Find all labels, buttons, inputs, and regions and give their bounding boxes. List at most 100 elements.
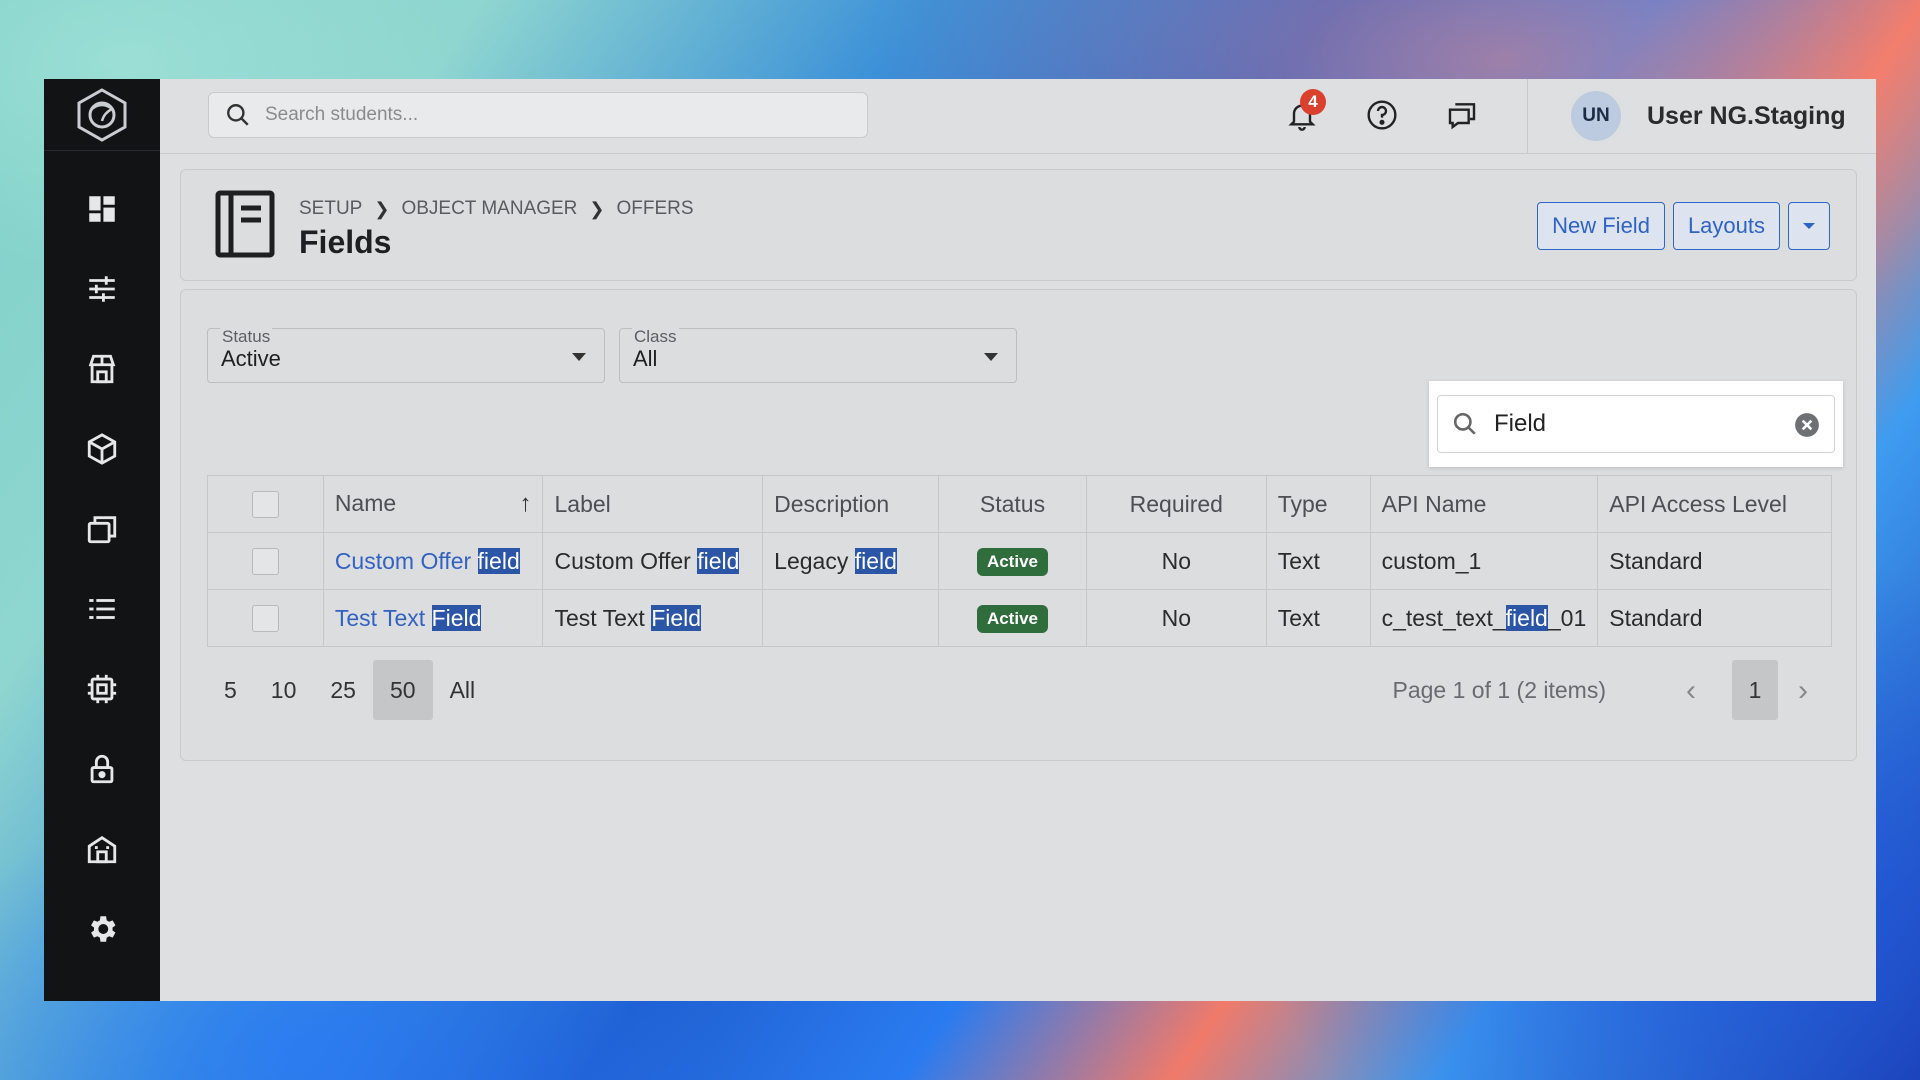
cell-label: Custom Offer field	[542, 532, 764, 590]
cell-type: Text	[1265, 589, 1371, 647]
pager: 5 10 25 50 All Page 1 of 1 (2 items) ‹ 1…	[207, 660, 1832, 720]
description-text: Legacy	[774, 547, 855, 574]
column-header-label[interactable]: Label	[542, 475, 764, 533]
table-row[interactable]: Custom Offer field Custom Offer field Le…	[207, 532, 1832, 590]
status-filter[interactable]: Status Active	[207, 327, 605, 383]
search-highlight: field	[1505, 604, 1548, 631]
breadcrumb: SETUP ❯ OBJECT MANAGER ❯ OFFERS	[299, 198, 694, 220]
topbar: 4 UN User NG.Staging	[160, 79, 1876, 153]
column-header-status[interactable]: Status	[938, 475, 1087, 533]
field-name-link[interactable]: Custom Offer field	[334, 547, 520, 574]
page-size-all[interactable]: All	[433, 660, 493, 720]
topbar-bottom-border	[160, 153, 1876, 154]
field-name-text: Custom Offer	[334, 547, 478, 574]
search-highlight: field	[477, 547, 520, 574]
sidebar-item-organization[interactable]	[84, 831, 120, 867]
column-header-api-name[interactable]: API Name	[1369, 475, 1599, 533]
more-actions-dropdown[interactable]	[1788, 202, 1830, 250]
page-size-selector: 5 10 25 50 All	[207, 660, 492, 720]
dashboard-icon	[89, 196, 115, 222]
row-checkbox[interactable]	[251, 605, 279, 633]
topbar-actions: 4	[1284, 89, 1480, 133]
chevron-left-icon[interactable]: ‹	[1686, 674, 1696, 708]
column-header-description[interactable]: Description	[762, 475, 940, 533]
column-header-label: Name	[334, 490, 397, 516]
search-highlight: field	[697, 547, 740, 574]
column-header-api-access-level[interactable]: API Access Level	[1597, 475, 1832, 533]
table-row[interactable]: Test Text Field Test Text Field Active N…	[207, 589, 1832, 647]
cell-description	[762, 589, 940, 647]
cube-icon	[87, 433, 117, 465]
cell-api-name: custom_1	[1369, 532, 1599, 590]
class-filter-label: Class	[632, 327, 679, 347]
page-size-50[interactable]: 50	[372, 660, 433, 720]
layouts-button[interactable]: Layouts	[1672, 202, 1780, 250]
breadcrumb-setup[interactable]: SETUP	[299, 198, 362, 220]
column-header-required[interactable]: Required	[1085, 475, 1267, 533]
row-select-cell	[207, 532, 324, 590]
notifications-button[interactable]: 4	[1284, 89, 1326, 133]
cell-status: Active	[938, 589, 1087, 647]
field-name-link[interactable]: Test Text Field	[335, 604, 482, 631]
caret-down-icon	[572, 353, 586, 361]
sidebar-item-dashboard[interactable]	[84, 191, 120, 227]
sidebar	[44, 79, 160, 1001]
column-header-type[interactable]: Type	[1265, 475, 1371, 533]
cell-api-access-level: Standard	[1597, 532, 1832, 590]
grid-search[interactable]	[1437, 395, 1835, 453]
global-search-input[interactable]	[265, 104, 825, 126]
clear-search-icon[interactable]	[1794, 412, 1820, 438]
grid-search-input[interactable]	[1494, 410, 1774, 438]
cell-api-access-level: Standard	[1597, 589, 1832, 647]
sidebar-item-settings[interactable]	[84, 911, 120, 947]
search-highlight: Field	[431, 604, 482, 631]
grid-search-panel	[1429, 381, 1843, 467]
document-icon	[215, 190, 275, 258]
sidebar-item-objects[interactable]	[84, 431, 120, 467]
select-all-cell	[207, 475, 324, 533]
cell-api-name: c_test_text_field_01	[1369, 589, 1599, 647]
list-icon	[89, 599, 115, 619]
sidebar-nav	[84, 151, 120, 947]
help-icon	[1367, 100, 1397, 130]
search-highlight: Field	[651, 604, 702, 631]
row-checkbox[interactable]	[251, 548, 279, 576]
user-menu[interactable]: UN User NG.Staging	[1571, 91, 1846, 141]
sidebar-item-integrations[interactable]	[84, 671, 120, 707]
caret-down-icon	[984, 353, 998, 361]
page-number-button[interactable]: 1	[1732, 660, 1778, 720]
new-field-button[interactable]: New Field	[1537, 202, 1665, 250]
status-filter-label: Status	[220, 327, 273, 347]
page-size-10[interactable]: 10	[254, 660, 314, 720]
breadcrumb-offers[interactable]: OFFERS	[617, 198, 694, 220]
sidebar-item-list[interactable]	[84, 591, 120, 627]
cell-type: Text	[1265, 532, 1371, 590]
search-icon	[1453, 412, 1476, 435]
status-badge: Active	[976, 605, 1048, 633]
select-all-checkbox[interactable]	[251, 491, 279, 519]
gear-icon	[91, 916, 116, 942]
sidebar-item-settings-sliders[interactable]	[84, 271, 120, 307]
help-button[interactable]	[1364, 97, 1400, 133]
header-actions: New Field Layouts	[1537, 202, 1830, 250]
logo-icon	[77, 87, 127, 142]
messages-button[interactable]	[1444, 97, 1480, 133]
chevron-right-icon[interactable]: ›	[1798, 674, 1808, 708]
global-search[interactable]	[208, 92, 868, 138]
api-name-suffix: _01	[1547, 604, 1587, 631]
sort-ascending-icon: ↑	[519, 490, 532, 517]
column-header-name[interactable]: Name ↑	[322, 475, 544, 533]
fields-panel: Status Active Class All Field Name ↑ Lab…	[180, 289, 1857, 761]
page-size-5[interactable]: 5	[207, 660, 254, 720]
building-icon	[87, 835, 117, 864]
breadcrumb-object-manager[interactable]: OBJECT MANAGER	[401, 198, 577, 220]
fields-table: Name ↑ Label Description Status Required …	[207, 475, 1832, 647]
sidebar-item-store[interactable]	[84, 351, 120, 387]
cell-description: Legacy field	[762, 532, 940, 590]
class-filter[interactable]: Class All	[619, 327, 1017, 383]
sidebar-item-security[interactable]	[84, 751, 120, 787]
sidebar-item-layers[interactable]	[84, 511, 120, 547]
page-size-25[interactable]: 25	[313, 660, 373, 720]
app-logo[interactable]	[44, 79, 160, 151]
label-text: Test Text	[554, 604, 652, 631]
